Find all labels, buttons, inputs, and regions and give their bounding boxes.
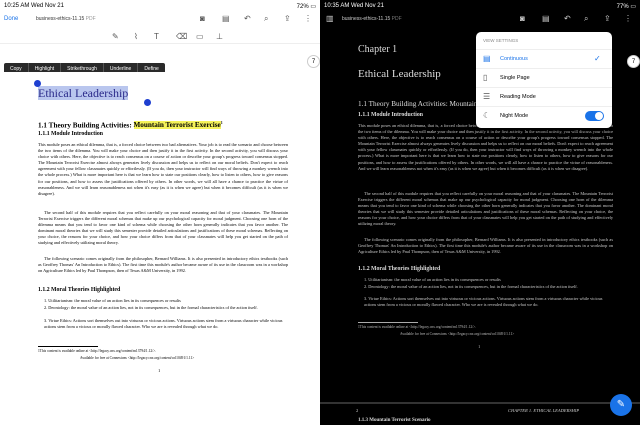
page-separator bbox=[320, 402, 640, 404]
night-mode-label: Night Mode bbox=[500, 113, 529, 119]
status-battery: 77% ▭ bbox=[616, 4, 636, 10]
check-icon: ✓ bbox=[594, 54, 601, 63]
filename: business-ethics-11.15 PDF bbox=[342, 16, 402, 22]
list-item: 1. Utilitarianism: the moral value of an… bbox=[44, 298, 181, 303]
footnote-divider bbox=[358, 322, 418, 323]
view-settings-popover: VIEW SETTINGS ▤ Continuous ✓ ▯ Single Pa… bbox=[476, 32, 612, 128]
done-button[interactable]: Done bbox=[4, 16, 18, 22]
subsection-heading-1: 1.1.1 Module Introduction bbox=[358, 112, 423, 118]
night-mode-toggle[interactable] bbox=[585, 111, 604, 121]
page-count-badge[interactable]: 7 bbox=[627, 55, 640, 68]
paragraph-2: The second half of this module requires … bbox=[358, 191, 613, 227]
reading-mode-option[interactable]: ☰ Reading Mode bbox=[476, 87, 612, 106]
filename: business-ethics-11.15 PDF bbox=[36, 16, 96, 22]
page-count-badge[interactable]: 7 bbox=[307, 55, 320, 68]
continuous-label: Continuous bbox=[500, 56, 528, 62]
status-time: 10:35 AM Wed Nov 21 bbox=[324, 3, 384, 9]
doc-title: Ethical Leadership bbox=[358, 68, 441, 80]
pencil-icon: ✎ bbox=[616, 399, 626, 410]
edit-fab-button[interactable]: ✎ bbox=[610, 394, 632, 416]
list-item: 1. Utilitarianism: the moral value of an… bbox=[364, 277, 501, 282]
single-page-option[interactable]: ▯ Single Page bbox=[476, 68, 612, 87]
pdf-page: Ethical Leadership 1.1 Theory Building A… bbox=[0, 72, 320, 425]
night-mode-option: ☾ Night Mode bbox=[476, 106, 612, 125]
share-icon[interactable]: ⇪ bbox=[604, 15, 611, 23]
text-icon[interactable]: T bbox=[154, 33, 159, 41]
footnote: 1This content is available online at <ht… bbox=[38, 349, 157, 353]
reading-mode-icon: ☰ bbox=[483, 92, 491, 101]
annotation-toolbar: ✎ ⌇ T ⌫ ▭ ⊥ bbox=[0, 30, 320, 44]
next-heading: 1.1.3 Mountain Terrorist Scenario bbox=[358, 418, 431, 423]
page-number-2: 2 bbox=[356, 408, 359, 413]
paragraph-3: The following scenario comes originally … bbox=[38, 256, 288, 274]
undo-icon[interactable]: ↶ bbox=[244, 15, 251, 23]
paragraph-3: The following scenario comes originally … bbox=[358, 237, 613, 255]
continuous-icon: ▤ bbox=[483, 54, 491, 63]
undo-icon[interactable]: ↶ bbox=[564, 15, 571, 23]
list-item: 2. Deontology: the moral value of an act… bbox=[364, 284, 578, 289]
selection-start-handle[interactable] bbox=[34, 80, 41, 87]
subsection-heading-2: 1.1.2 Moral Theories Highlighted bbox=[38, 287, 121, 293]
availability-note: Available for free at Connexions <http:/… bbox=[400, 332, 515, 336]
search-icon[interactable]: ⌕ bbox=[264, 15, 268, 23]
status-battery: 72% ▭ bbox=[296, 4, 316, 10]
list-item: 3. Virtue Ethics: Actions sort themselve… bbox=[364, 296, 603, 307]
running-head: CHAPTER 1. ETHICAL LEADERSHIP bbox=[508, 408, 580, 413]
single-page-icon: ▯ bbox=[483, 73, 488, 82]
eraser-icon[interactable]: ⌫ bbox=[176, 33, 187, 41]
chapter-label: Chapter 1 bbox=[358, 44, 398, 55]
top-toolbar: Done business-ethics-11.15 PDF ◙ ▤ ↶ ⌕ ⇪… bbox=[0, 12, 320, 26]
status-time: 10:25 AM Wed Nov 21 bbox=[4, 3, 64, 9]
stamp-icon[interactable]: ⊥ bbox=[216, 33, 223, 41]
list-item: 3. Virtue Ethics: Actions sort themselve… bbox=[44, 318, 283, 329]
paragraph-1: This module poses an ethical dilemma, th… bbox=[38, 142, 288, 196]
moon-icon: ☾ bbox=[483, 111, 491, 120]
paragraph-1: This module poses an ethical dilemma, th… bbox=[358, 123, 613, 171]
view-settings-title: VIEW SETTINGS bbox=[483, 38, 519, 43]
highlighter-icon[interactable]: ⌇ bbox=[134, 33, 138, 41]
top-toolbar: ▥ business-ethics-11.15 PDF ◙ ▤ ↶ ⌕ ⇪ ⋮ bbox=[320, 12, 640, 26]
share-icon[interactable]: ⇪ bbox=[284, 15, 291, 23]
reading-mode-label: Reading Mode bbox=[500, 94, 536, 100]
section-heading: 1.1 Theory Building Activities: Mountain… bbox=[38, 120, 223, 130]
subsection-heading-1: 1.1.1 Module Introduction bbox=[38, 131, 103, 137]
left-pane: 10:25 AM Wed Nov 21 72% ▭ Done business-… bbox=[0, 0, 320, 425]
footnote: 1This content is available online at <ht… bbox=[358, 325, 477, 329]
single-page-label: Single Page bbox=[500, 75, 530, 81]
subsection-heading-2: 1.1.2 Moral Theories Highlighted bbox=[358, 266, 441, 272]
camera-icon[interactable]: ◙ bbox=[520, 15, 525, 23]
sidebar-icon[interactable]: ▥ bbox=[326, 15, 334, 23]
pen-icon[interactable]: ✎ bbox=[112, 33, 119, 41]
continuous-option[interactable]: ▤ Continuous ✓ bbox=[476, 49, 612, 68]
page-number: 1 bbox=[478, 344, 481, 349]
comment-icon[interactable]: ▭ bbox=[196, 33, 204, 41]
selection-end-handle[interactable] bbox=[144, 99, 151, 106]
availability-note: Available for free at Connexions <http:/… bbox=[80, 356, 195, 360]
more-icon[interactable]: ⋮ bbox=[304, 15, 312, 23]
footnote-divider bbox=[38, 346, 98, 347]
more-icon[interactable]: ⋮ bbox=[624, 15, 632, 23]
search-icon[interactable]: ⌕ bbox=[584, 15, 588, 23]
page-number: 1 bbox=[158, 368, 161, 373]
doc-title[interactable]: Ethical Leadership bbox=[38, 86, 129, 101]
settings-icon[interactable]: ▤ bbox=[542, 15, 550, 23]
list-item: 2. Deontology: the moral value of an act… bbox=[44, 305, 258, 310]
camera-icon[interactable]: ◙ bbox=[200, 15, 205, 23]
settings-icon[interactable]: ▤ bbox=[222, 15, 230, 23]
paragraph-2: The second half of this module requires … bbox=[38, 210, 288, 246]
